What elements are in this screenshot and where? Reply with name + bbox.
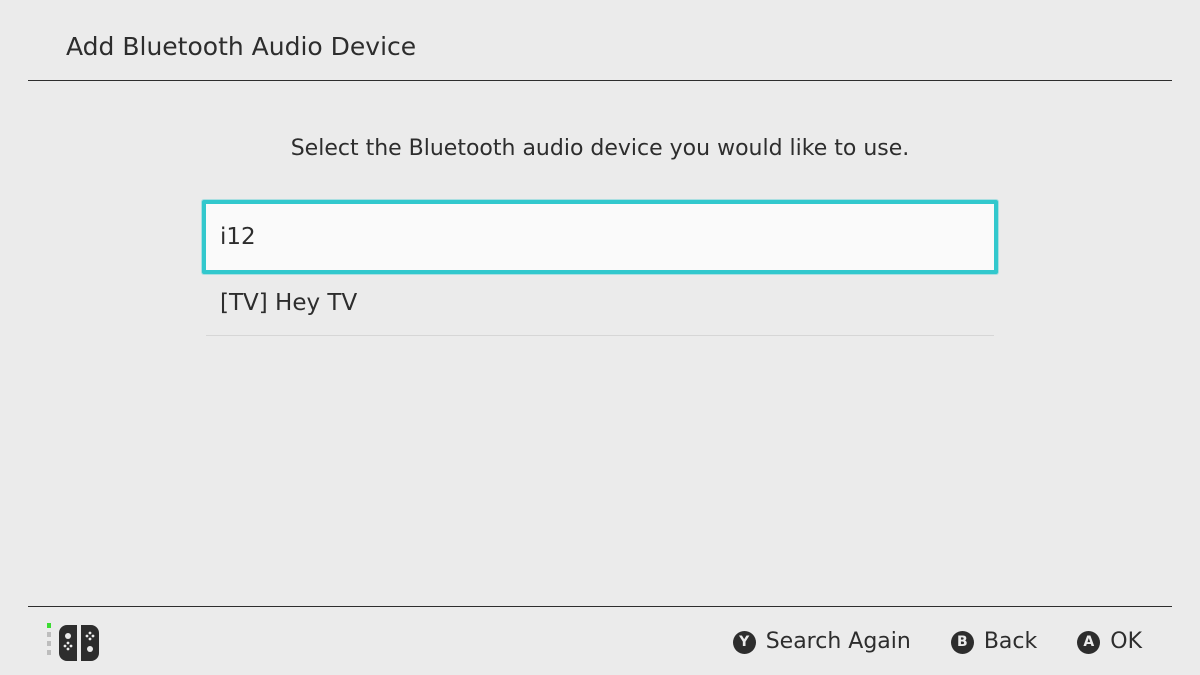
- instruction-text: Select the Bluetooth audio device you wo…: [290, 136, 910, 161]
- device-item-hey-tv[interactable]: [TV] Hey TV: [206, 270, 994, 336]
- joycon-pair-icon: [47, 623, 99, 661]
- footer-actions: Y Search Again B Back A OK: [732, 625, 1142, 659]
- device-item-i12[interactable]: i12: [202, 200, 998, 274]
- search-again-label: Search Again: [765, 629, 911, 654]
- b-button-icon: B: [950, 630, 974, 654]
- a-button-icon: A: [1077, 630, 1101, 654]
- device-label: [TV] Hey TV: [220, 290, 358, 316]
- search-again-button[interactable]: Y Search Again: [732, 627, 911, 657]
- list-slot: i12: [202, 200, 998, 274]
- device-list: i12 [TV] Hey TV: [202, 200, 998, 336]
- ok-label: OK: [1110, 629, 1142, 654]
- y-button-icon: Y: [732, 630, 756, 654]
- back-button[interactable]: B Back: [950, 627, 1038, 657]
- back-label: Back: [983, 629, 1038, 654]
- page-title: Add Bluetooth Audio Device: [66, 32, 417, 61]
- ok-button[interactable]: A OK: [1077, 627, 1142, 657]
- footer-bar: Y Search Again B Back A OK: [28, 606, 1172, 675]
- header-bar: Add Bluetooth Audio Device: [28, 0, 1172, 81]
- device-label: i12: [220, 224, 256, 250]
